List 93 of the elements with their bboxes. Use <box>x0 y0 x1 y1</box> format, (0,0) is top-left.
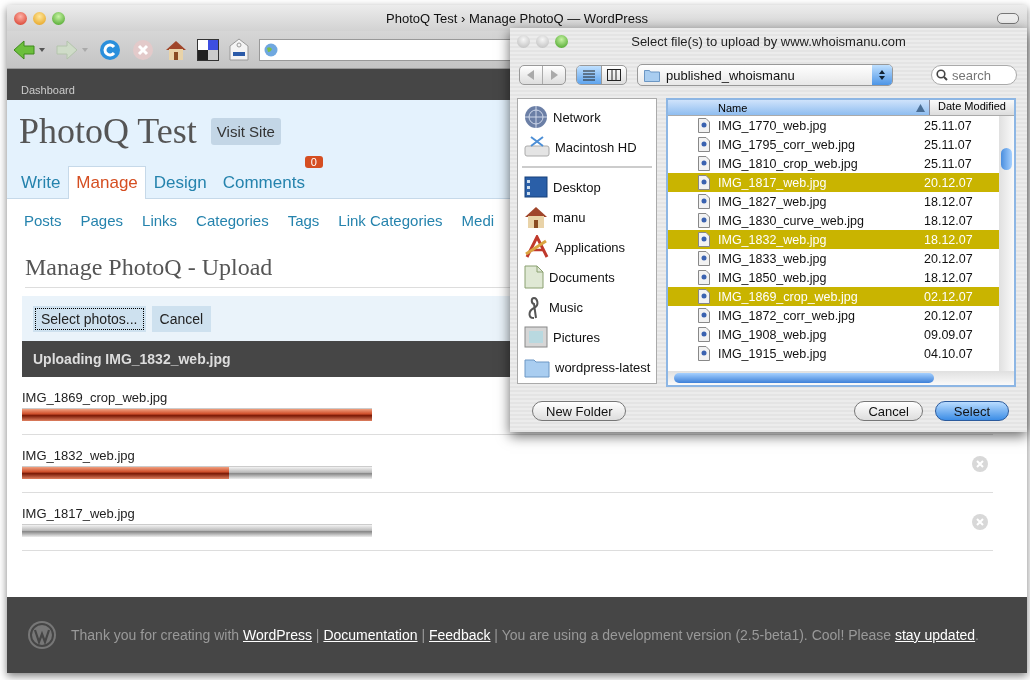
image-file-icon <box>698 308 710 323</box>
submenu-link[interactable]: Tags <box>287 212 320 229</box>
horizontal-scrollbar[interactable] <box>668 371 1014 385</box>
bookmark-squares-icon[interactable] <box>197 38 219 61</box>
wordpress-logo-icon <box>27 620 57 650</box>
file-row[interactable]: IMG_1795_corr_web.jpg 25.11.07 <box>668 135 999 154</box>
submenu-link[interactable]: Links <box>142 212 178 229</box>
globe-icon <box>524 105 548 129</box>
footer-text: Thank you for creating with WordPress | Documentation | Feedback | You are using a development version (2.5-beta1). Cool! Please stay updated. <box>71 627 979 643</box>
image-file-icon <box>698 232 710 247</box>
count-badge: 0 <box>304 156 323 168</box>
cancel-icon[interactable] <box>972 513 988 530</box>
sidebar-item[interactable]: Music <box>518 292 656 322</box>
image-file-icon <box>698 137 710 152</box>
menu-tab[interactable]: Comments <box>214 166 313 198</box>
hard-drive-icon <box>524 136 550 158</box>
site-title: PhotoQ Test <box>19 110 197 152</box>
file-name: IMG_1817_web.jpg <box>22 506 136 521</box>
footer-link[interactable]: Documentation <box>323 627 418 643</box>
column-view-icon <box>607 69 621 81</box>
visit-site-button[interactable]: Visit Site <box>210 117 281 145</box>
applications-icon <box>524 235 550 259</box>
dialog-button[interactable]: Cancel <box>854 401 923 421</box>
file-row[interactable]: IMG_1770_web.jpg 25.11.07 <box>668 116 999 135</box>
image-file-icon <box>698 346 710 361</box>
sidebar-item[interactable]: Network <box>518 102 656 132</box>
zoom-button[interactable] <box>555 35 568 48</box>
file-row[interactable]: IMG_1827_web.jpg 18.12.07 <box>668 192 999 211</box>
stop-icon[interactable] <box>131 37 155 62</box>
submenu-link[interactable]: Posts <box>24 212 62 229</box>
zoom-button[interactable] <box>52 11 65 25</box>
menu-tab[interactable]: Manage <box>68 166 146 199</box>
window-title: PhotoQ Test › Manage PhotoQ — WordPress <box>386 10 648 26</box>
folder-popup[interactable]: published_whoismanu <box>637 64 893 86</box>
cancel-icon[interactable] <box>972 455 988 472</box>
desktop-icon <box>524 176 548 198</box>
folder-icon <box>524 356 550 378</box>
tag-icon[interactable] <box>228 37 250 62</box>
list-view-icon <box>582 69 596 81</box>
document-icon <box>524 265 544 289</box>
file-row[interactable]: IMG_1908_web.jpg 09.09.07 <box>668 325 999 344</box>
image-file-icon <box>698 270 710 285</box>
column-header[interactable]: Name <box>668 100 930 115</box>
sort-arrow-icon <box>916 103 925 112</box>
image-file-icon <box>698 156 710 171</box>
image-file-icon <box>698 194 710 209</box>
footer-link[interactable]: WordPress <box>243 627 312 643</box>
menu-tab[interactable]: Design <box>145 166 215 198</box>
search-icon <box>936 69 948 81</box>
image-file-icon <box>698 251 710 266</box>
file-row[interactable]: IMG_1872_corr_web.jpg 20.12.07 <box>668 306 999 325</box>
image-file-icon <box>698 118 710 133</box>
reload-icon[interactable] <box>98 37 122 62</box>
minimize-button[interactable] <box>33 11 46 25</box>
submenu-link[interactable]: Categories <box>196 212 269 229</box>
search-field[interactable]: search <box>931 65 1017 85</box>
file-row[interactable]: IMG_1850_web.jpg 18.12.07 <box>668 268 999 287</box>
file-row[interactable]: IMG_1830_curve_web.jpg 18.12.07 <box>668 211 999 230</box>
image-file-icon <box>698 213 710 228</box>
submenu-link[interactable]: Medi <box>461 212 495 229</box>
file-row[interactable]: IMG_1915_web.jpg 04.10.07 <box>668 344 999 363</box>
dialog-title: Select file(s) to upload by www.whoismanu.com <box>631 34 906 49</box>
close-button[interactable] <box>517 35 530 48</box>
close-button[interactable] <box>14 11 27 25</box>
globe-icon <box>264 42 278 57</box>
file-name: IMG_1869_crop_web.jpg <box>22 390 169 405</box>
upload-button[interactable]: Cancel <box>151 305 212 332</box>
submenu-link[interactable]: Pages <box>80 212 124 229</box>
sidebar-item[interactable]: Desktop <box>518 172 656 202</box>
image-file-icon <box>698 327 710 342</box>
footer-link[interactable]: stay updated <box>894 627 976 643</box>
back-forward-control[interactable] <box>519 65 566 85</box>
upload-button[interactable]: Select photos... <box>33 305 146 332</box>
sidebar-item[interactable]: manu <box>518 202 656 232</box>
home-icon <box>524 205 548 229</box>
popup-stepper-icon <box>872 65 892 85</box>
picture-frame-icon <box>524 325 548 349</box>
submenu-link[interactable]: Link Categories <box>338 212 443 229</box>
list-scrollbar[interactable] <box>999 116 1014 371</box>
sidebar-item[interactable]: Macintosh HD <box>518 132 656 162</box>
column-header[interactable]: Date Modified <box>930 100 1014 115</box>
dialog-button[interactable]: Select <box>934 401 1009 421</box>
footer-link[interactable]: Feedback <box>429 627 491 643</box>
file-name: IMG_1832_web.jpg <box>22 448 136 463</box>
minimize-button[interactable] <box>536 35 549 48</box>
file-row[interactable]: IMG_1810_crop_web.jpg 25.11.07 <box>668 154 999 173</box>
menu-tab[interactable]: Write <box>13 166 69 198</box>
back-arrow-icon[interactable] <box>12 37 46 62</box>
image-file-icon <box>698 289 710 304</box>
dashboard-link[interactable]: Dashboard <box>21 84 75 100</box>
toolbar-toggle-button[interactable] <box>997 13 1019 24</box>
dialog-button[interactable]: New Folder <box>532 401 627 421</box>
image-file-icon <box>698 175 710 190</box>
